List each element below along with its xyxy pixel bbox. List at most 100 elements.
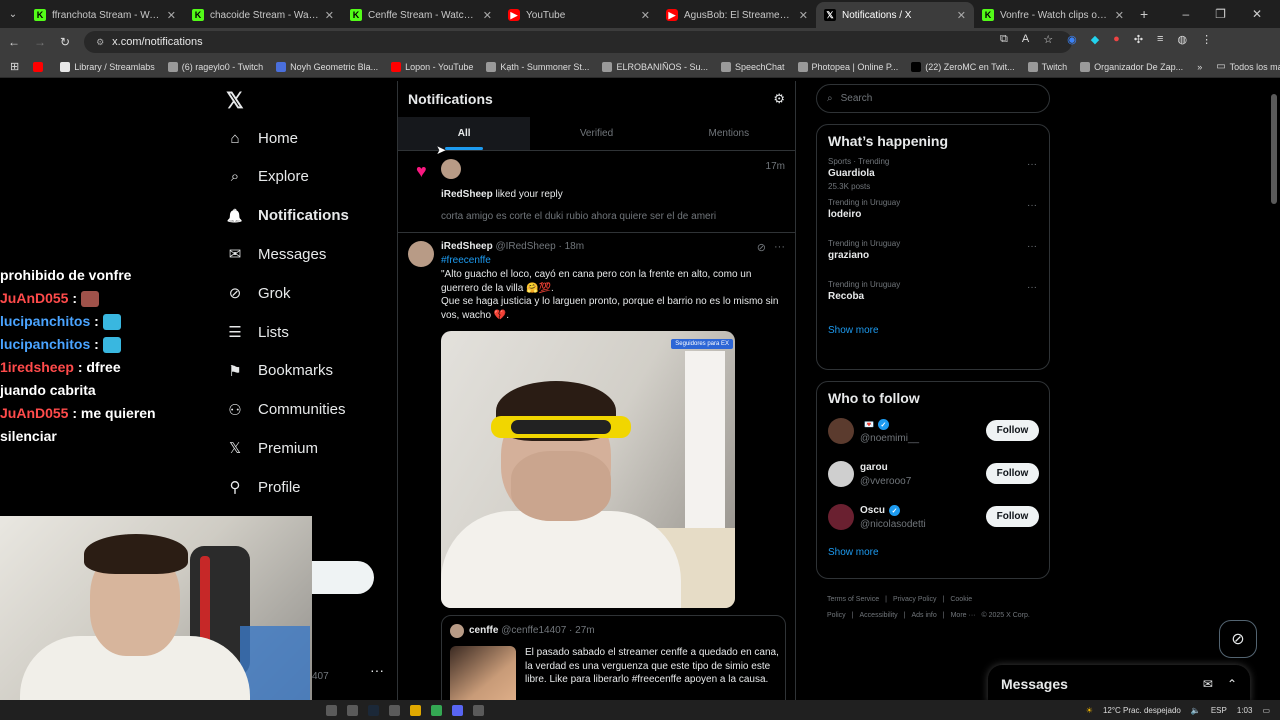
footer-link[interactable]: Ads info <box>911 612 936 619</box>
more-icon[interactable]: ··· <box>1027 241 1037 252</box>
user-name[interactable]: Oscu ✓ <box>860 505 901 516</box>
volume-icon[interactable]: 🔈 <box>1191 706 1201 715</box>
sidebar-item-notifications[interactable]: 🔔 Notifications <box>226 207 349 225</box>
menu-icon[interactable]: ≡ <box>1157 33 1163 46</box>
app-icon[interactable] <box>326 704 337 716</box>
forward-icon[interactable]: → <box>34 35 46 49</box>
browser-tab[interactable]: K Vonfre - Watch clips on Kick ✕ <box>974 2 1132 28</box>
trend-item[interactable]: Trending in Uruguay lodeiro ··· <box>817 198 1049 239</box>
post-button[interactable] <box>312 561 374 594</box>
bookmark-item[interactable] <box>33 61 47 72</box>
page-scrollbar[interactable] <box>1270 84 1278 696</box>
avatar[interactable] <box>828 461 854 487</box>
show-more-link[interactable]: Show more <box>817 547 1049 558</box>
extension-icon[interactable]: ◆ <box>1091 33 1099 46</box>
chrome-icon[interactable] <box>431 704 442 716</box>
grok-button[interactable]: ⊘ <box>1219 620 1257 658</box>
browser-tab[interactable]: Kchacoide Stream - Watch Live on Kick ✕ <box>184 2 342 28</box>
trend-item[interactable]: Trending in Uruguay graziano ··· <box>817 239 1049 280</box>
more-icon[interactable]: ··· <box>1027 200 1037 211</box>
notification-center-icon[interactable]: ▭ <box>1262 706 1270 715</box>
footer-link[interactable]: Privacy Policy <box>893 596 937 603</box>
quoted-tweet[interactable]: cenffe @cenffe14407 · 27m El pasado saba… <box>441 615 786 703</box>
tweet[interactable]: iRedSheep @IRedSheep · 18m ⊘ ··· #freece… <box>398 233 795 703</box>
browser-tab[interactable]: 𝕏 Notifications / X ✕ <box>816 2 974 28</box>
close-tab-icon[interactable]: ✕ <box>483 9 492 22</box>
close-tab-icon[interactable]: ✕ <box>799 9 808 22</box>
bookmark-item[interactable]: ELROBANIÑOS - Su... <box>602 61 708 72</box>
footer-link[interactable]: More ··· <box>951 612 976 619</box>
more-icon[interactable]: ··· <box>1027 282 1037 293</box>
obs-icon[interactable] <box>473 704 484 716</box>
tweet-author-handle[interactable]: @IRedSheep <box>495 241 555 252</box>
like-notification[interactable]: ♥ 17m iRedSheep liked your reply corta a… <box>398 151 795 233</box>
hashtag-link[interactable]: #freecenffe <box>441 255 491 266</box>
bookmark-item[interactable]: Noyh Geometric Bla... <box>276 61 378 72</box>
sidebar-item-lists[interactable]: ☰ Lists <box>226 323 289 342</box>
more-icon[interactable]: ··· <box>774 241 785 254</box>
expand-icon[interactable]: ⌃ <box>1227 677 1237 691</box>
notification-user[interactable]: iRedSheep <box>441 189 493 200</box>
bookmark-item[interactable]: Photopea | Online P... <box>797 61 898 72</box>
show-more-link[interactable]: Show more <box>817 325 1049 336</box>
sidebar-item-grok[interactable]: ⊘ Grok <box>226 284 291 303</box>
grok-icon[interactable]: ⊘ <box>757 241 766 254</box>
account-more-icon[interactable]: ··· <box>370 662 384 678</box>
sidebar-item-home[interactable]: ⌂ Home <box>226 129 298 147</box>
tab-mentions[interactable]: Mentions <box>663 117 795 150</box>
cast-icon[interactable]: ⧉ <box>1000 33 1008 46</box>
puzzle-icon[interactable]: ✣ <box>1134 33 1143 46</box>
avatar[interactable] <box>441 159 461 179</box>
bookmark-item[interactable]: Library / Streamlabs <box>60 61 155 72</box>
kebab-icon[interactable]: ⋮ <box>1201 33 1212 46</box>
search-input[interactable]: ⌕ Search <box>816 84 1050 113</box>
profile-avatar[interactable]: ◍ <box>1177 33 1187 46</box>
new-tab-icon[interactable]: + <box>1132 6 1156 22</box>
tab-list-icon[interactable]: ⌄ <box>0 9 26 20</box>
follow-button[interactable]: Follow <box>986 420 1039 441</box>
tab-verified[interactable]: Verified <box>530 117 662 150</box>
bookmark-item[interactable]: (22) ZeroMC en Twit... <box>911 61 1015 72</box>
avatar[interactable] <box>828 504 854 530</box>
language-indicator[interactable]: ESP <box>1211 706 1227 715</box>
close-tab-icon[interactable]: ✕ <box>1115 9 1124 22</box>
sidebar-item-explore[interactable]: ⌕ Explore <box>226 168 309 186</box>
minimize-icon[interactable]: – <box>1182 7 1189 21</box>
tweet-image[interactable]: Seguidores para EX <box>441 331 735 608</box>
browser-tab[interactable]: ▶ YouTube ✕ <box>500 2 658 28</box>
weather-text[interactable]: 12°C Prac. despejado <box>1103 706 1181 715</box>
bookmark-item[interactable]: Kạth - Summoner St... <box>486 61 589 72</box>
x-logo[interactable]: 𝕏 <box>226 88 244 114</box>
footer-link[interactable]: Terms of Service <box>827 596 879 603</box>
trend-item[interactable]: Sports · Trending Guardiola 25.3K posts ··· <box>817 157 1049 198</box>
new-message-icon[interactable]: ✉ <box>1203 677 1213 691</box>
footer-link[interactable]: © 2025 X Corp. <box>981 612 1029 619</box>
close-window-icon[interactable]: ✕ <box>1252 7 1262 21</box>
site-info-icon[interactable]: ⚙ <box>96 37 104 48</box>
scrollbar-thumb[interactable] <box>1271 94 1277 204</box>
address-bar[interactable]: ⚙ x.com/notifications <box>84 31 1072 53</box>
user-name[interactable]: garou <box>860 462 888 473</box>
trend-item[interactable]: Trending in Uruguay Recoba ··· <box>817 280 1049 321</box>
bookmark-item[interactable]: (6) rageylo0 - Twitch <box>167 61 263 72</box>
bookmark-item[interactable]: Organizador De Zap... <box>1080 61 1183 72</box>
close-tab-icon[interactable]: ✕ <box>957 9 966 22</box>
follow-button[interactable]: Follow <box>986 506 1039 527</box>
reload-icon[interactable]: ↻ <box>60 35 70 49</box>
close-tab-icon[interactable]: ✕ <box>325 9 334 22</box>
browser-tab[interactable]: Kffranchota Stream - Watch Live on Kick ✕ <box>26 2 184 28</box>
all-bookmarks-folder[interactable]: ▭Todos los marcadores <box>1216 61 1280 72</box>
sidebar-item-profile[interactable]: ⚲ Profile <box>226 478 301 497</box>
follow-button[interactable]: Follow <box>986 463 1039 484</box>
restore-icon[interactable]: ❐ <box>1215 7 1226 21</box>
extension-icon[interactable]: ◉ <box>1067 33 1077 46</box>
clock[interactable]: 1:03 <box>1237 706 1253 715</box>
discord-icon[interactable] <box>452 704 463 716</box>
tweet-time[interactable]: 18m <box>565 241 584 252</box>
tab-all[interactable]: All <box>398 117 531 150</box>
more-icon[interactable]: ··· <box>1027 159 1037 170</box>
tweet-author-name[interactable]: iRedSheep <box>441 241 493 252</box>
user-name[interactable]: 💌 ✓ <box>860 419 889 430</box>
apps-icon[interactable]: ⊞ <box>10 60 19 73</box>
bookmark-item[interactable]: Lopon - YouTube <box>391 61 473 72</box>
